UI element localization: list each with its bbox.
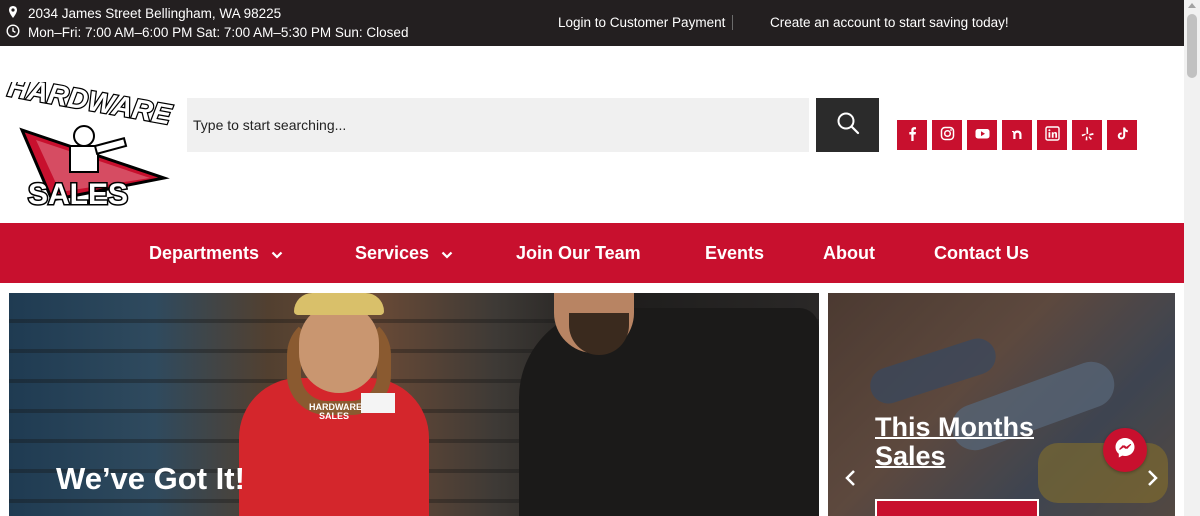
employee-name-tag <box>361 393 395 413</box>
hero-banner[interactable]: HARDWARE SALES We’ve Got It! <box>9 293 819 516</box>
chevron-down-icon <box>441 243 453 264</box>
search-button[interactable] <box>816 98 879 152</box>
employee-head <box>299 303 379 393</box>
chevron-left-icon <box>843 470 857 492</box>
instagram-link[interactable] <box>932 120 962 150</box>
messenger-icon <box>1113 436 1137 465</box>
yelp-link[interactable] <box>1072 120 1102 150</box>
chevron-right-icon <box>1146 470 1160 492</box>
facebook-icon <box>905 126 920 144</box>
facebook-link[interactable] <box>897 120 927 150</box>
nav-item-contact-us[interactable]: Contact Us <box>934 243 1029 264</box>
chevron-down-icon <box>271 243 283 264</box>
shirt-logo: HARDWARE SALES <box>309 403 362 421</box>
instagram-icon <box>940 126 955 144</box>
nav-label: Services <box>355 243 430 263</box>
tiktok-link[interactable] <box>1107 120 1137 150</box>
search-input[interactable] <box>187 98 809 152</box>
monthly-sales-promo[interactable]: This Months Sales <box>828 293 1175 516</box>
top-info-bar: 2034 James Street Bellingham, WA 98225 M… <box>0 0 1184 46</box>
linkedin-link[interactable] <box>1037 120 1067 150</box>
messenger-chat-button[interactable] <box>1103 428 1147 472</box>
shirt-logo-bottom-text: SALES <box>319 411 350 421</box>
promo-overlay <box>828 293 1175 516</box>
address-row: 2034 James Street Bellingham, WA 98225 <box>6 5 281 22</box>
nav-item-services[interactable]: Services <box>355 243 453 264</box>
nav-label: Departments <box>149 243 260 263</box>
nav-label: Join Our Team <box>516 243 641 263</box>
employee-cap <box>294 293 384 315</box>
promo-cta-button[interactable] <box>875 499 1039 516</box>
nav-item-departments[interactable]: Departments <box>149 243 283 264</box>
nav-label: About <box>823 243 875 263</box>
scrollbar-thumb[interactable] <box>1187 14 1197 78</box>
social-links <box>897 120 1137 150</box>
store-address: 2034 James Street Bellingham, WA 98225 <box>28 6 282 21</box>
main-navigation: Departments Services Join Our Team Event… <box>0 223 1184 283</box>
nextdoor-icon <box>1010 126 1025 144</box>
promo-title[interactable]: This Months Sales <box>875 413 1034 471</box>
promo-title-line2: Sales <box>875 441 946 471</box>
store-hours: Mon–Fri: 7:00 AM–6:00 PM Sat: 7:00 AM–5:… <box>28 25 409 40</box>
linkedin-icon <box>1044 126 1060 144</box>
topbar-divider <box>732 15 733 30</box>
hardware-sales-logo[interactable]: HARDWARE SALES <box>0 70 178 213</box>
customer-payment-login-link[interactable]: Login to Customer Payment <box>558 15 725 30</box>
tiktok-icon <box>1115 126 1130 144</box>
search-icon <box>835 110 861 141</box>
clock-icon <box>6 24 20 41</box>
carousel-next-button[interactable] <box>1146 468 1160 488</box>
site-header: HARDWARE SALES <box>0 46 1184 223</box>
svg-text:HARDWARE: HARDWARE <box>6 82 175 130</box>
nav-label: Contact Us <box>934 243 1030 263</box>
nav-item-about[interactable]: About <box>823 243 875 264</box>
youtube-icon <box>975 126 990 144</box>
location-pin-icon <box>6 5 20 22</box>
promo-title-line1: This Months <box>875 412 1034 442</box>
yelp-icon <box>1080 126 1095 144</box>
hero-title: We’ve Got It! <box>56 461 245 496</box>
page-scrollbar[interactable] <box>1184 0 1200 516</box>
nav-item-join-our-team[interactable]: Join Our Team <box>516 243 641 264</box>
nav-label: Events <box>705 243 765 263</box>
create-account-link[interactable]: Create an account to start saving today! <box>770 15 1009 30</box>
hours-row: Mon–Fri: 7:00 AM–6:00 PM Sat: 7:00 AM–5:… <box>6 24 408 41</box>
nextdoor-link[interactable] <box>1002 120 1032 150</box>
carousel-prev-button[interactable] <box>843 468 857 488</box>
scroll-up-arrow-icon[interactable] <box>1188 3 1196 8</box>
svg-text:SALES: SALES <box>28 178 128 208</box>
nav-item-events[interactable]: Events <box>705 243 764 264</box>
youtube-link[interactable] <box>967 120 997 150</box>
